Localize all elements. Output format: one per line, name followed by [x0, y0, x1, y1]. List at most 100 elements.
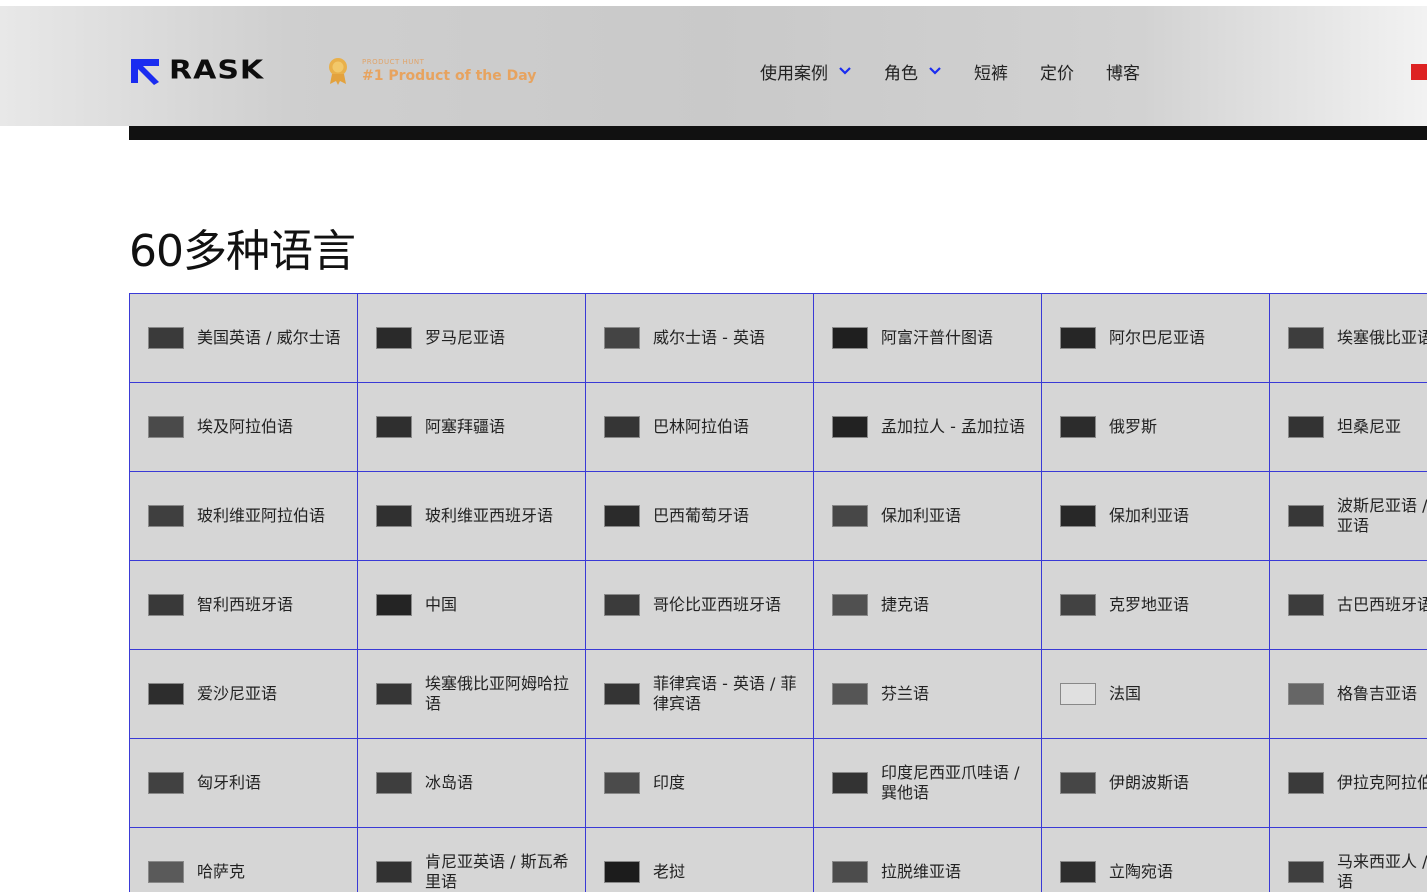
language-item[interactable]: 印度尼西亚爪哇语 / 巽他语 — [814, 739, 1042, 828]
flag-icon — [148, 416, 184, 438]
language-item[interactable]: 捷克语 — [814, 561, 1042, 650]
medal-icon — [329, 58, 347, 85]
nav-shorts[interactable]: 短裤 — [974, 59, 1008, 84]
language-label: 埃塞俄比亚语 — [1337, 328, 1427, 347]
language-label: 法国 — [1109, 684, 1142, 703]
language-item[interactable]: 罗马尼亚语 — [358, 294, 586, 383]
flag-icon — [1288, 861, 1324, 883]
language-item[interactable]: 巴西葡萄牙语 — [586, 472, 814, 561]
language-item[interactable]: 俄罗斯 — [1042, 383, 1270, 472]
language-label: 立陶宛语 — [1109, 862, 1174, 881]
flag-icon — [376, 683, 412, 705]
nav-label: 短裤 — [974, 63, 1008, 84]
language-label: 老挝 — [653, 862, 686, 881]
flag-icon — [376, 416, 412, 438]
language-item[interactable]: 芬兰语 — [814, 650, 1042, 739]
logo-arrow-icon — [131, 59, 159, 85]
language-item[interactable]: 巴林阿拉伯语 — [586, 383, 814, 472]
language-label: 匈牙利语 — [197, 773, 262, 792]
language-label: 马来西亚人 / 泰米尔语 — [1337, 852, 1427, 891]
flag-icon — [1060, 683, 1096, 705]
language-label: 伊朗波斯语 — [1109, 773, 1190, 792]
language-label: 克罗地亚语 — [1109, 595, 1190, 614]
product-hunt-badge[interactable]: PRODUCT HUNT #1 Product of the Day — [326, 56, 536, 86]
language-item[interactable]: 埃塞俄比亚阿姆哈拉语 — [358, 650, 586, 739]
language-item[interactable]: 保加利亚语 — [1042, 472, 1270, 561]
flag-icon — [376, 327, 412, 349]
flag-icon — [832, 861, 868, 883]
language-item[interactable]: 哈萨克 — [130, 828, 358, 892]
language-item[interactable]: 印度 — [586, 739, 814, 828]
nav-roles[interactable]: 角色 — [884, 59, 942, 84]
flag-icon — [1060, 416, 1096, 438]
language-label: 格鲁吉亚语 — [1337, 684, 1418, 703]
language-item[interactable]: 保加利亚语 — [814, 472, 1042, 561]
flag-icon — [832, 683, 868, 705]
language-label: 伊拉克阿拉伯语 — [1337, 773, 1427, 792]
language-item[interactable]: 拉脱维亚语 — [814, 828, 1042, 892]
language-item[interactable]: 智利西班牙语 — [130, 561, 358, 650]
language-label: 巴林阿拉伯语 — [653, 417, 750, 436]
language-item[interactable]: 伊朗波斯语 — [1042, 739, 1270, 828]
language-item[interactable]: 法国 — [1042, 650, 1270, 739]
flag-icon — [604, 772, 640, 794]
language-label: 威尔士语 - 英语 — [653, 328, 765, 347]
language-label: 阿尔巴尼亚语 — [1109, 328, 1206, 347]
language-item[interactable]: 克罗地亚语 — [1042, 561, 1270, 650]
language-item[interactable]: 菲律宾语 - 英语 / 菲律宾语 — [586, 650, 814, 739]
language-item[interactable]: 阿塞拜疆语 — [358, 383, 586, 472]
language-item[interactable]: 玻利维亚阿拉伯语 — [130, 472, 358, 561]
language-label: 印度尼西亚爪哇语 / 巽他语 — [881, 763, 1020, 802]
flag-icon — [832, 327, 868, 349]
badge-title: #1 Product of the Day — [362, 68, 537, 84]
language-item[interactable]: 立陶宛语 — [1042, 828, 1270, 892]
language-grid: 美国英语 / 威尔士语 罗马尼亚语 威尔士语 - 英语 阿富汗普什图语 阿尔巴尼亚语 埃塞… — [129, 293, 1427, 892]
nav-use-cases[interactable]: 使用案例 — [760, 59, 852, 84]
nav-label: 使用案例 — [760, 63, 828, 84]
language-item[interactable]: 马来西亚人 / 泰米尔语 — [1270, 828, 1427, 892]
logo[interactable]: RASK — [129, 56, 264, 86]
language-label: 古巴西班牙语 — [1337, 595, 1427, 614]
flag-icon — [1060, 861, 1096, 883]
language-item[interactable]: 美国英语 / 威尔士语 — [130, 294, 358, 383]
language-item[interactable]: 冰岛语 — [358, 739, 586, 828]
language-item[interactable]: 玻利维亚西班牙语 — [358, 472, 586, 561]
language-item[interactable]: 埃及阿拉伯语 — [130, 383, 358, 472]
language-item[interactable]: 匈牙利语 — [130, 739, 358, 828]
language-label: 拉脱维亚语 — [881, 862, 962, 881]
language-item[interactable]: 伊拉克阿拉伯语 — [1270, 739, 1427, 828]
language-label: 阿塞拜疆语 — [425, 417, 506, 436]
main-nav: 使用案例 角色 短裤 定价 博客 — [760, 58, 1140, 84]
language-flag-icon[interactable] — [1411, 64, 1427, 80]
flag-icon — [832, 772, 868, 794]
nav-blog[interactable]: 博客 — [1106, 59, 1140, 84]
flag-icon — [832, 416, 868, 438]
language-item[interactable]: 中国 — [358, 561, 586, 650]
language-label: 保加利亚语 — [1109, 506, 1190, 525]
language-label: 玻利维亚西班牙语 — [425, 506, 554, 525]
language-label: 美国英语 / 威尔士语 — [197, 328, 341, 347]
language-item[interactable]: 肯尼亚英语 / 斯瓦希里语 — [358, 828, 586, 892]
flag-icon — [1060, 505, 1096, 527]
language-item[interactable]: 爱沙尼亚语 — [130, 650, 358, 739]
language-label: 阿富汗普什图语 — [881, 328, 994, 347]
language-item[interactable]: 坦桑尼亚 — [1270, 383, 1427, 472]
language-item[interactable]: 威尔士语 - 英语 — [586, 294, 814, 383]
language-item[interactable]: 哥伦比亚西班牙语 — [586, 561, 814, 650]
language-item[interactable]: 老挝 — [586, 828, 814, 892]
language-label: 保加利亚语 — [881, 506, 962, 525]
language-label: 玻利维亚阿拉伯语 — [197, 506, 326, 525]
language-item[interactable]: 阿尔巴尼亚语 — [1042, 294, 1270, 383]
language-item[interactable]: 埃塞俄比亚语 — [1270, 294, 1427, 383]
language-item[interactable]: 波斯尼亚语 / 塞尔维亚语 — [1270, 472, 1427, 561]
language-item[interactable]: 古巴西班牙语 — [1270, 561, 1427, 650]
language-label: 肯尼亚英语 / 斯瓦希里语 — [425, 852, 569, 891]
language-label: 埃及阿拉伯语 — [197, 417, 294, 436]
language-item[interactable]: 孟加拉人 - 孟加拉语 — [814, 383, 1042, 472]
nav-pricing[interactable]: 定价 — [1040, 59, 1074, 84]
language-label: 中国 — [425, 595, 458, 614]
language-item[interactable]: 阿富汗普什图语 — [814, 294, 1042, 383]
flag-icon — [604, 505, 640, 527]
flag-icon — [604, 683, 640, 705]
language-item[interactable]: 格鲁吉亚语 — [1270, 650, 1427, 739]
